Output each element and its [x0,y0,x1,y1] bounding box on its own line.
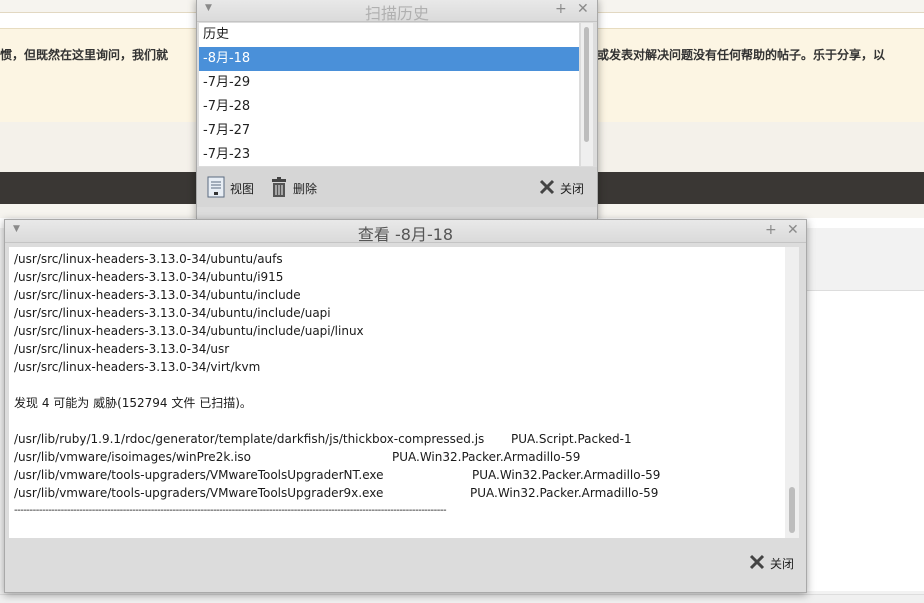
history-list-item-selected[interactable]: -8月-18 [199,47,579,71]
scan-summary: 发现 4 可能为 威胁(152794 文件 已扫描)。 [14,396,252,410]
view-button[interactable]: 视图 [207,176,255,201]
delete-button-label: 删除 [293,181,318,196]
delete-button[interactable]: 删除 [270,176,318,201]
history-list-item[interactable]: -7月-23 [199,143,579,166]
view-scrollbar[interactable] [785,247,799,538]
threat-path: /usr/lib/vmware/tools-upgraders/VMwareTo… [14,486,384,500]
scan-view-window: ▼ 查看 -8月-18 + ✕ /usr/src/linux-headers-3… [4,219,807,593]
view-button-label: 视图 [230,181,255,196]
view-close-label: 关闭 [770,556,795,571]
trash-icon [270,176,288,201]
threat-path: /usr/lib/vmware/tools-upgraders/VMwareTo… [14,468,384,482]
separator-line: ----------------------------------------… [14,505,447,516]
view-close-button[interactable]: 关闭 [749,552,794,574]
threat-path: /usr/lib/ruby/1.9.1/rdoc/generator/templ… [14,432,485,446]
forum-notice-text-right: 或发表对解决问题没有任何帮助的帖子。乐于分享，以 [597,48,886,62]
page-content-panel [806,290,924,591]
history-titlebar[interactable]: ▼ 扫描历史 + ✕ [197,0,597,23]
document-icon [207,176,225,201]
view-window-title: 查看 -8月-18 [357,225,454,244]
history-list-item[interactable]: -7月-29 [199,71,579,95]
forum-notice-text-left: 惯，但既然在这里询问，我们就 [0,48,169,62]
maximize-icon[interactable]: + [765,222,777,238]
result-line: /usr/src/linux-headers-3.13.0-34/ubuntu/… [14,324,364,338]
view-scrollbar-thumb[interactable] [789,487,795,533]
result-line: /usr/src/linux-headers-3.13.0-34/ubuntu/… [14,306,331,320]
close-icon[interactable]: ✕ [577,1,589,17]
result-line: /usr/src/linux-headers-3.13.0-34/virt/kv… [14,360,261,374]
threat-name: PUA.Win32.Packer.Armadillo-59 [472,468,661,482]
history-window-title: 扫描历史 [364,4,429,23]
history-toolbar: 视图 删除 关闭 [197,167,597,207]
threat-path: /usr/lib/vmware/isoimages/winPre2k.iso [14,450,252,464]
close-icon[interactable]: ✕ [787,222,799,238]
maximize-icon[interactable]: + [555,1,567,17]
history-scrollbar[interactable] [581,23,593,166]
history-close-button[interactable]: 关闭 [539,177,584,199]
history-list-item[interactable]: -7月-27 [199,119,579,143]
history-list[interactable]: 历史 -8月-18 -7月-29 -7月-28 -7月-27 -7月-23 [199,23,579,166]
result-line: /usr/src/linux-headers-3.13.0-34/usr [14,342,230,356]
history-list-item[interactable]: -7月-28 [199,95,579,119]
view-titlebar[interactable]: ▼ 查看 -8月-18 + ✕ [5,220,806,244]
view-footer: 关闭 [5,540,806,590]
scan-result-text[interactable]: /usr/src/linux-headers-3.13.0-34/ubuntu/… [9,247,785,538]
result-line: /usr/src/linux-headers-3.13.0-34/ubuntu/… [14,288,301,302]
close-x-icon [749,554,765,573]
history-close-label: 关闭 [560,181,585,196]
threat-name: PUA.Win32.Packer.Armadillo-59 [470,486,659,500]
result-line: /usr/src/linux-headers-3.13.0-34/ubuntu/… [14,252,283,266]
threat-name: PUA.Win32.Packer.Armadillo-59 [392,450,581,464]
history-list-item[interactable]: 历史 [199,23,579,47]
scan-history-window: ▼ 扫描历史 + ✕ 历史 -8月-18 -7月-29 -7月-28 -7月-2… [196,0,598,220]
threat-name: PUA.Script.Packed-1 [511,432,632,446]
result-line: /usr/src/linux-headers-3.13.0-34/ubuntu/… [14,270,284,284]
close-x-icon [539,179,555,198]
history-scrollbar-thumb[interactable] [584,27,589,142]
